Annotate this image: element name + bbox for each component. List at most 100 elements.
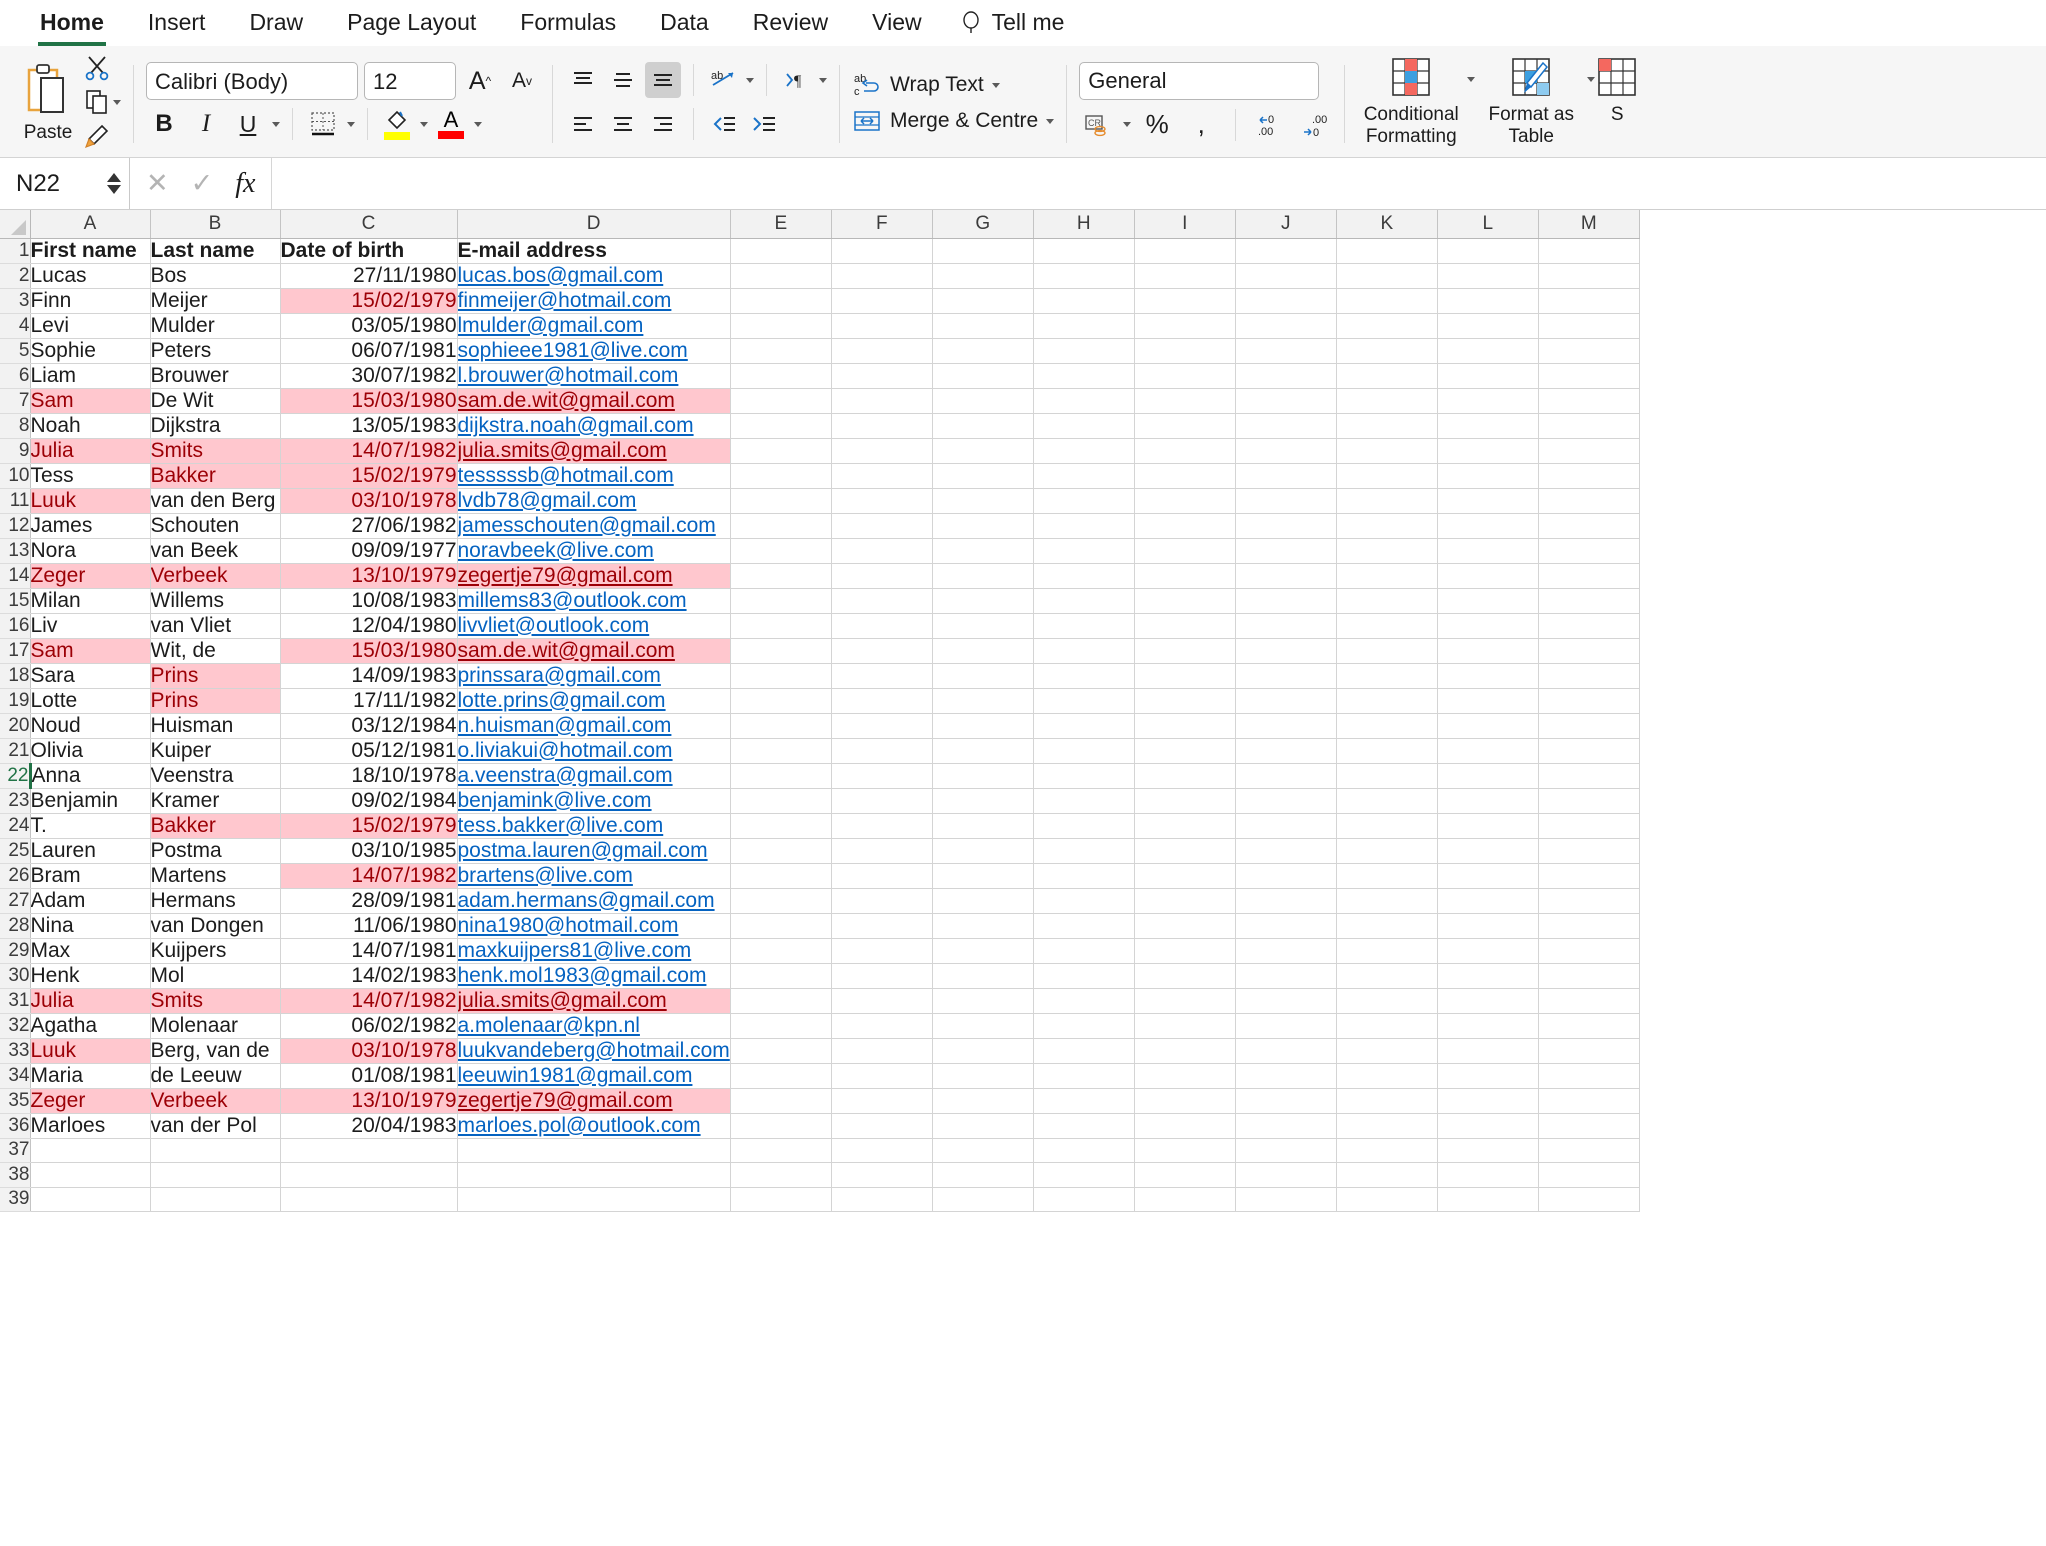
cell-b-19[interactable]: Prins	[150, 688, 280, 713]
tab-view[interactable]: View	[850, 9, 943, 46]
cell-e-33[interactable]	[730, 1038, 831, 1063]
cell-b-22[interactable]: Veenstra	[150, 763, 280, 788]
spinner-up-icon[interactable]	[107, 173, 121, 182]
cell-h-2[interactable]	[1033, 263, 1134, 288]
cell-j-24[interactable]	[1235, 813, 1336, 838]
number-format-combo[interactable]: General	[1079, 62, 1319, 100]
insert-function-button[interactable]: fx	[235, 168, 255, 200]
cell-f-32[interactable]	[831, 1013, 932, 1038]
cell-i-38[interactable]	[1134, 1163, 1235, 1188]
tab-draw[interactable]: Draw	[227, 9, 325, 46]
decrease-decimal-button[interactable]: .00 0	[1296, 107, 1332, 143]
number-format-select[interactable]: General	[1079, 62, 1319, 100]
cell-c-35[interactable]: 13/10/1979	[280, 1088, 457, 1113]
cell-e-37[interactable]	[730, 1138, 831, 1163]
cell-b-20[interactable]: Huisman	[150, 713, 280, 738]
column-header-b[interactable]: B	[150, 210, 280, 238]
cell-k-24[interactable]	[1336, 813, 1437, 838]
decrease-font-size-button[interactable]: Av	[504, 63, 540, 99]
select-all-button[interactable]	[0, 210, 30, 238]
cell-h-5[interactable]	[1033, 338, 1134, 363]
merge-centre-button[interactable]: Merge & Centre	[852, 108, 1054, 134]
cell-e-30[interactable]	[730, 963, 831, 988]
column-header-h[interactable]: H	[1033, 210, 1134, 238]
row-header-10[interactable]: 10	[0, 463, 30, 488]
cell-f-11[interactable]	[831, 488, 932, 513]
cell-g-30[interactable]	[932, 963, 1033, 988]
cell-d-8[interactable]: dijkstra.noah@gmail.com	[457, 413, 730, 438]
cell-b-14[interactable]: Verbeek	[150, 563, 280, 588]
cell-c-29[interactable]: 14/07/1981	[280, 938, 457, 963]
spreadsheet-grid[interactable]: A B C D E F G H I J K L M 1First nameLas…	[0, 210, 2046, 1546]
cell-e-21[interactable]	[730, 738, 831, 763]
row-header-19[interactable]: 19	[0, 688, 30, 713]
cell-l-9[interactable]	[1437, 438, 1538, 463]
cell-f-17[interactable]	[831, 638, 932, 663]
copy-caret-icon[interactable]	[113, 100, 121, 105]
cell-j-29[interactable]	[1235, 938, 1336, 963]
cell-d-34[interactable]: leeuwin1981@gmail.com	[457, 1063, 730, 1088]
cell-i-13[interactable]	[1134, 538, 1235, 563]
cell-c-36[interactable]: 20/04/1983	[280, 1113, 457, 1138]
cell-d-30[interactable]: henk.mol1983@gmail.com	[457, 963, 730, 988]
cell-m-34[interactable]	[1538, 1063, 1639, 1088]
cell-a-37[interactable]	[30, 1138, 150, 1163]
cell-j-33[interactable]	[1235, 1038, 1336, 1063]
cell-f-37[interactable]	[831, 1138, 932, 1163]
cell-h-34[interactable]	[1033, 1063, 1134, 1088]
cell-e-14[interactable]	[730, 563, 831, 588]
cell-h-23[interactable]	[1033, 788, 1134, 813]
cell-e-35[interactable]	[730, 1088, 831, 1113]
cell-j-34[interactable]	[1235, 1063, 1336, 1088]
cell-e-11[interactable]	[730, 488, 831, 513]
cell-f-9[interactable]	[831, 438, 932, 463]
font-size-combo[interactable]: 12	[364, 62, 456, 100]
cell-f-33[interactable]	[831, 1038, 932, 1063]
cell-b-39[interactable]	[150, 1187, 280, 1212]
cell-b-29[interactable]: Kuijpers	[150, 938, 280, 963]
cell-c-13[interactable]: 09/09/1977	[280, 538, 457, 563]
cell-h-10[interactable]	[1033, 463, 1134, 488]
cell-j-37[interactable]	[1235, 1138, 1336, 1163]
cell-e-23[interactable]	[730, 788, 831, 813]
cell-a-24[interactable]: T.	[30, 813, 150, 838]
cell-j-11[interactable]	[1235, 488, 1336, 513]
cell-f-22[interactable]	[831, 763, 932, 788]
cell-b-36[interactable]: van der Pol	[150, 1113, 280, 1138]
font-size-select[interactable]: 12	[364, 62, 456, 100]
cell-m-13[interactable]	[1538, 538, 1639, 563]
cell-f-31[interactable]	[831, 988, 932, 1013]
cell-j-32[interactable]	[1235, 1013, 1336, 1038]
cell-f-36[interactable]	[831, 1113, 932, 1138]
cell-a-18[interactable]: Sara	[30, 663, 150, 688]
cell-k-15[interactable]	[1336, 588, 1437, 613]
cell-k-21[interactable]	[1336, 738, 1437, 763]
cell-k-20[interactable]	[1336, 713, 1437, 738]
increase-indent-button[interactable]	[746, 106, 782, 142]
cell-c-26[interactable]: 14/07/1982	[280, 863, 457, 888]
cell-g-13[interactable]	[932, 538, 1033, 563]
cell-c-28[interactable]: 11/06/1980	[280, 913, 457, 938]
cell-h-21[interactable]	[1033, 738, 1134, 763]
cell-g-3[interactable]	[932, 288, 1033, 313]
cell-d-11[interactable]: lvdb78@gmail.com	[457, 488, 730, 513]
cell-j-5[interactable]	[1235, 338, 1336, 363]
cell-h-18[interactable]	[1033, 663, 1134, 688]
cell-d-39[interactable]	[457, 1187, 730, 1212]
cell-i-12[interactable]	[1134, 513, 1235, 538]
column-header-l[interactable]: L	[1437, 210, 1538, 238]
fill-color-caret-icon[interactable]	[420, 122, 428, 127]
cell-d-28[interactable]: nina1980@hotmail.com	[457, 913, 730, 938]
cell-b-12[interactable]: Schouten	[150, 513, 280, 538]
cell-g-32[interactable]	[932, 1013, 1033, 1038]
cell-g-4[interactable]	[932, 313, 1033, 338]
cell-k-26[interactable]	[1336, 863, 1437, 888]
cell-d-38[interactable]	[457, 1163, 730, 1188]
format-as-table-button[interactable]: Format as Table	[1477, 57, 1585, 148]
cell-h-16[interactable]	[1033, 613, 1134, 638]
cell-e-18[interactable]	[730, 663, 831, 688]
cell-m-6[interactable]	[1538, 363, 1639, 388]
cell-f-5[interactable]	[831, 338, 932, 363]
cell-g-5[interactable]	[932, 338, 1033, 363]
orientation-button[interactable]: ab	[706, 62, 742, 98]
